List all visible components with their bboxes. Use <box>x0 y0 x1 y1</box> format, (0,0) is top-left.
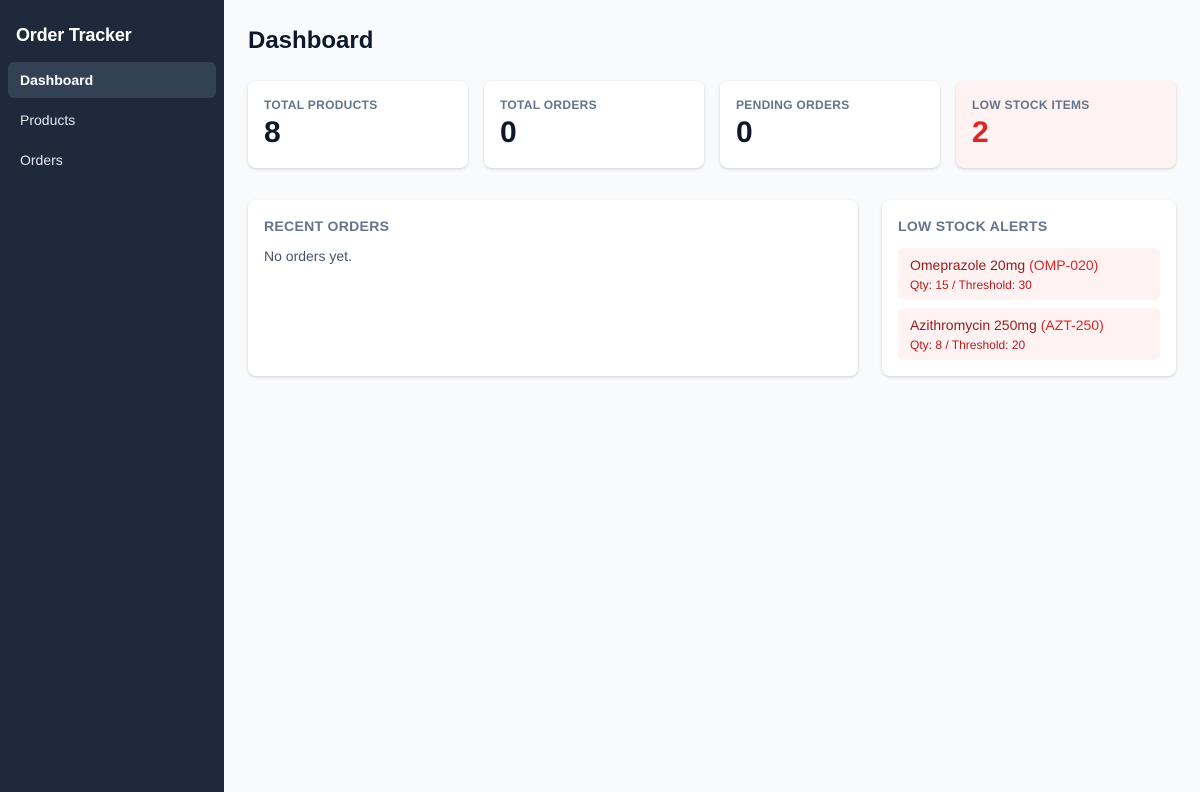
stat-value: 0 <box>500 116 517 149</box>
stat-label: TOTAL ORDERS <box>500 98 597 112</box>
sidebar-item-orders[interactable]: Orders <box>8 142 216 178</box>
stats-row: TOTAL PRODUCTS 8 TOTAL ORDERS 0 PENDING … <box>248 81 1176 168</box>
stat-label: TOTAL PRODUCTS <box>264 98 378 112</box>
sidebar: Order Tracker Dashboard Products Orders <box>0 0 224 792</box>
panels-row: RECENT ORDERS No orders yet. LOW STOCK A… <box>248 200 1176 376</box>
alert-qty-threshold: Qty: 15 / Threshold: 30 <box>910 278 1032 292</box>
stat-value: 2 <box>972 116 989 149</box>
stat-card-total-products: TOTAL PRODUCTS 8 <box>248 81 468 168</box>
page-title: Dashboard <box>248 27 374 54</box>
alert-name-line: Azithromycin 250mg (AZT-250) <box>910 317 1148 333</box>
recent-orders-panel: RECENT ORDERS No orders yet. <box>248 200 858 376</box>
low-stock-alerts-panel: LOW STOCK ALERTS Omeprazole 20mg (OMP-02… <box>882 200 1176 376</box>
alert-list: Omeprazole 20mg (OMP-020) Qty: 15 / Thre… <box>898 248 1160 360</box>
stat-label: LOW STOCK ITEMS <box>972 98 1090 112</box>
sidebar-item-products[interactable]: Products <box>8 102 216 138</box>
sidebar-item-dashboard[interactable]: Dashboard <box>8 62 216 98</box>
stat-card-low-stock: LOW STOCK ITEMS 2 <box>956 81 1176 168</box>
recent-orders-title: RECENT ORDERS <box>264 218 390 234</box>
sidebar-nav: Dashboard Products Orders <box>8 62 216 178</box>
alert-item[interactable]: Omeprazole 20mg (OMP-020) Qty: 15 / Thre… <box>898 248 1160 300</box>
stat-card-total-orders: TOTAL ORDERS 0 <box>484 81 704 168</box>
alert-product-name: Azithromycin 250mg <box>910 317 1037 333</box>
app-title: Order Tracker <box>16 25 132 45</box>
alert-qty-threshold: Qty: 8 / Threshold: 20 <box>910 338 1026 352</box>
low-stock-alerts-title: LOW STOCK ALERTS <box>898 218 1048 234</box>
app-shell: Order Tracker Dashboard Products Orders … <box>0 0 1200 792</box>
alert-name-line: Omeprazole 20mg (OMP-020) <box>910 257 1148 273</box>
alert-sku: (AZT-250) <box>1040 317 1104 333</box>
main-content: Dashboard TOTAL PRODUCTS 8 TOTAL ORDERS … <box>224 0 1200 792</box>
empty-orders-message: No orders yet. <box>264 248 352 264</box>
stat-label: PENDING ORDERS <box>736 98 850 112</box>
stat-card-pending-orders: PENDING ORDERS 0 <box>720 81 940 168</box>
alert-sku: (OMP-020) <box>1029 257 1099 273</box>
alert-product-name: Omeprazole 20mg <box>910 257 1026 273</box>
stat-value: 8 <box>264 116 281 149</box>
stat-value: 0 <box>736 116 753 149</box>
alert-item[interactable]: Azithromycin 250mg (AZT-250) Qty: 8 / Th… <box>898 308 1160 360</box>
